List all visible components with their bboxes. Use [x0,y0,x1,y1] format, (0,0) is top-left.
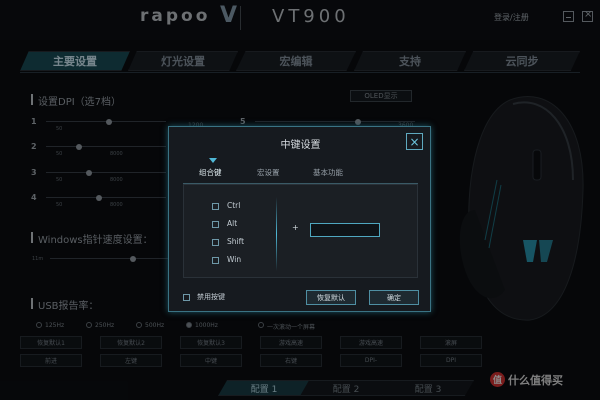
dialog-title: 中键设置 [280,140,321,151]
disable-key-checkbox[interactable] [183,294,190,301]
tab-macro-settings[interactable]: 宏设置 [257,167,280,178]
confirm-button[interactable]: 确定 [369,290,419,305]
middle-button-settings-dialog: 中键设置 × 组合键 宏设置 基本功能 Ctrl Alt Shift Win +… [168,126,431,312]
tab-basic-functions[interactable]: 基本功能 [313,167,343,178]
shift-label: Shift [227,237,245,246]
win-checkbox[interactable] [212,257,219,264]
key-input-field[interactable] [310,223,380,237]
close-icon: × [409,134,420,149]
ctrl-label: Ctrl [227,201,241,210]
ctrl-checkbox[interactable] [212,203,219,210]
disable-key-label: 禁用按键 [197,293,225,301]
button-label: 确定 [387,293,401,302]
button-label: 恢复默认 [317,293,345,302]
alt-label: Alt [227,219,238,228]
active-tab-indicator-icon [209,158,217,163]
plus-sign: + [292,223,299,232]
key-combo-panel: Ctrl Alt Shift Win + [183,184,418,278]
tab-key-combo[interactable]: 组合键 [199,167,222,178]
alt-checkbox[interactable] [212,221,219,228]
panel-divider [276,197,277,271]
win-label: Win [227,255,242,264]
shift-checkbox[interactable] [212,239,219,246]
restore-default-button[interactable]: 恢复默认 [306,290,356,305]
dialog-close-button[interactable]: × [406,133,423,150]
